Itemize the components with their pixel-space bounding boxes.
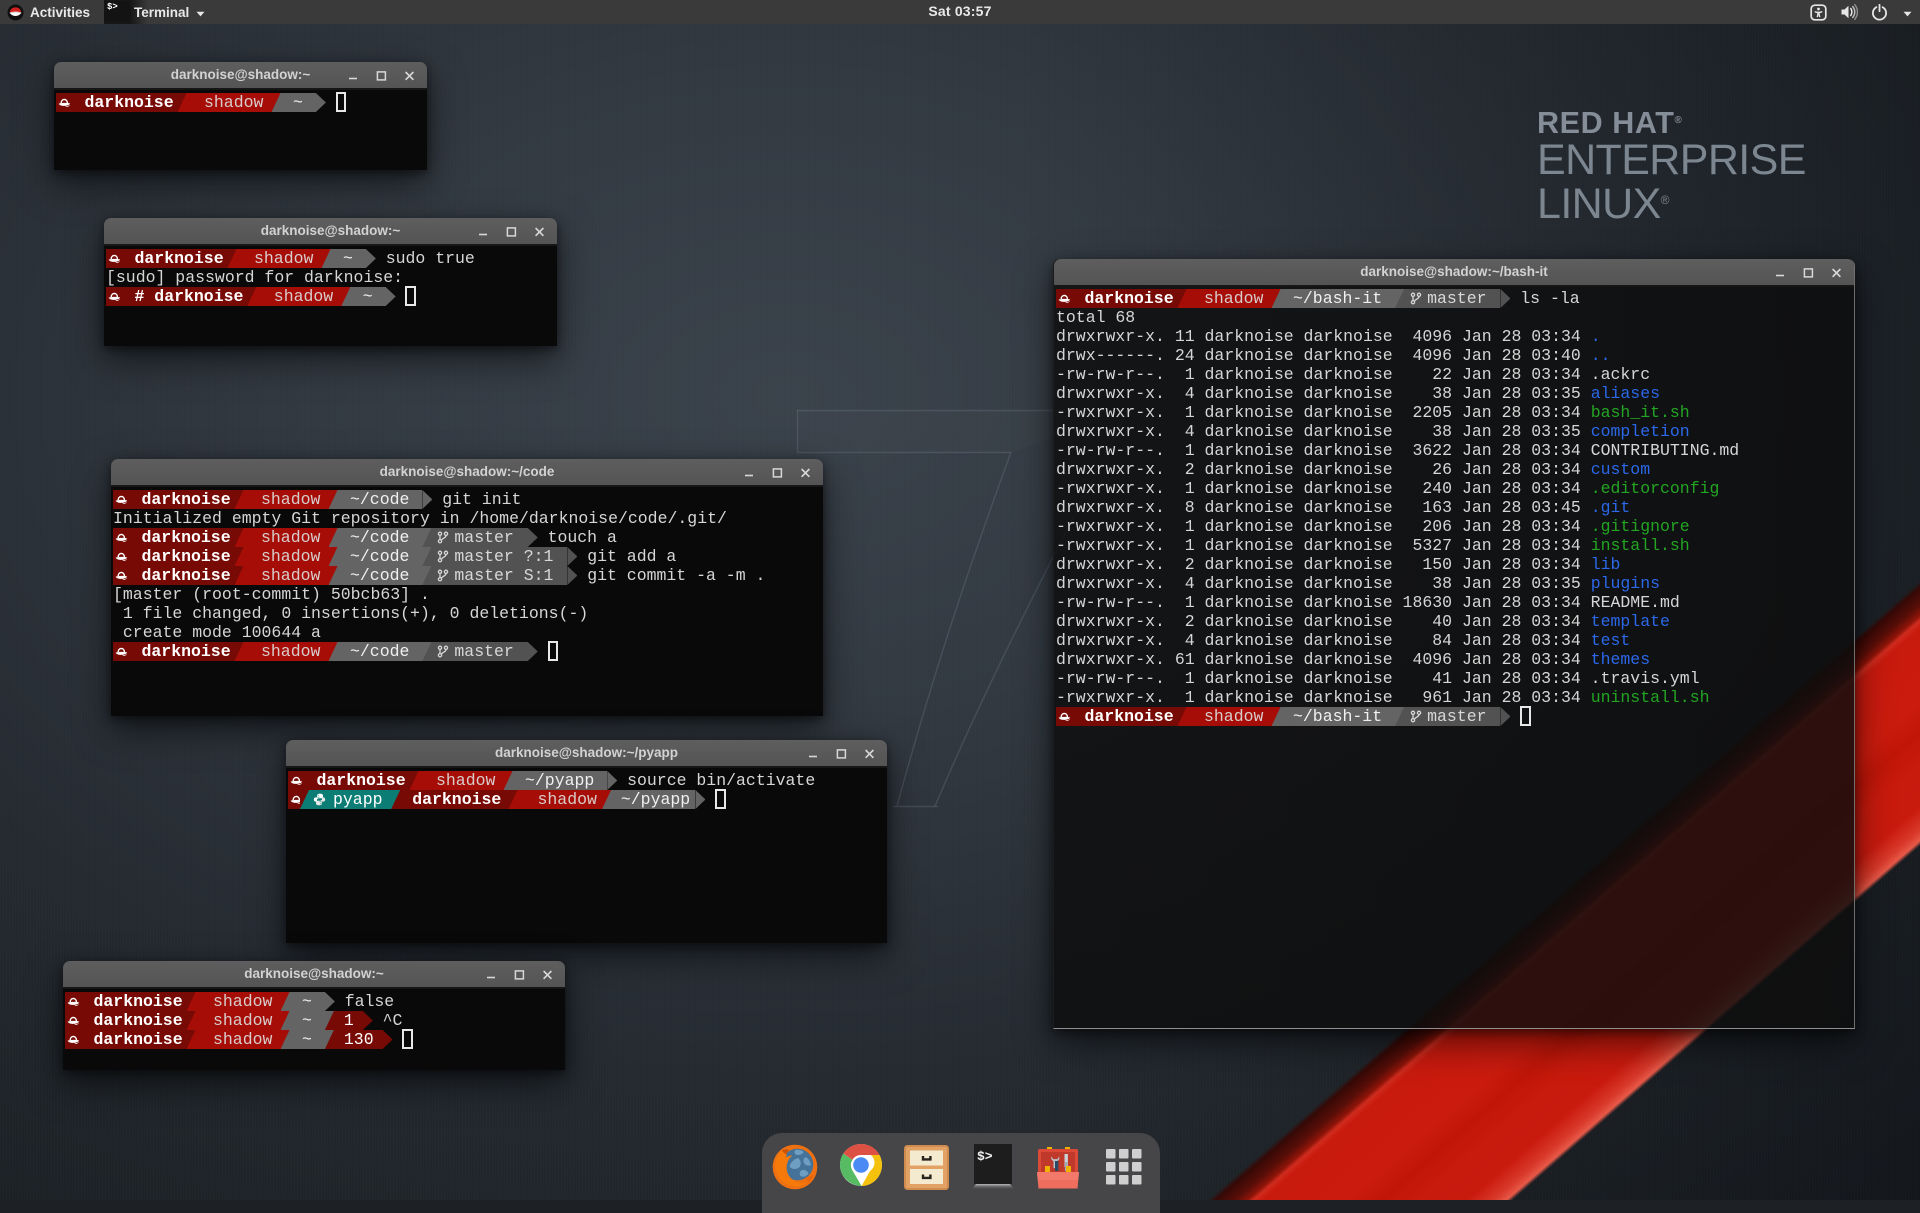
svg-text:$>: $> xyxy=(977,1149,993,1164)
